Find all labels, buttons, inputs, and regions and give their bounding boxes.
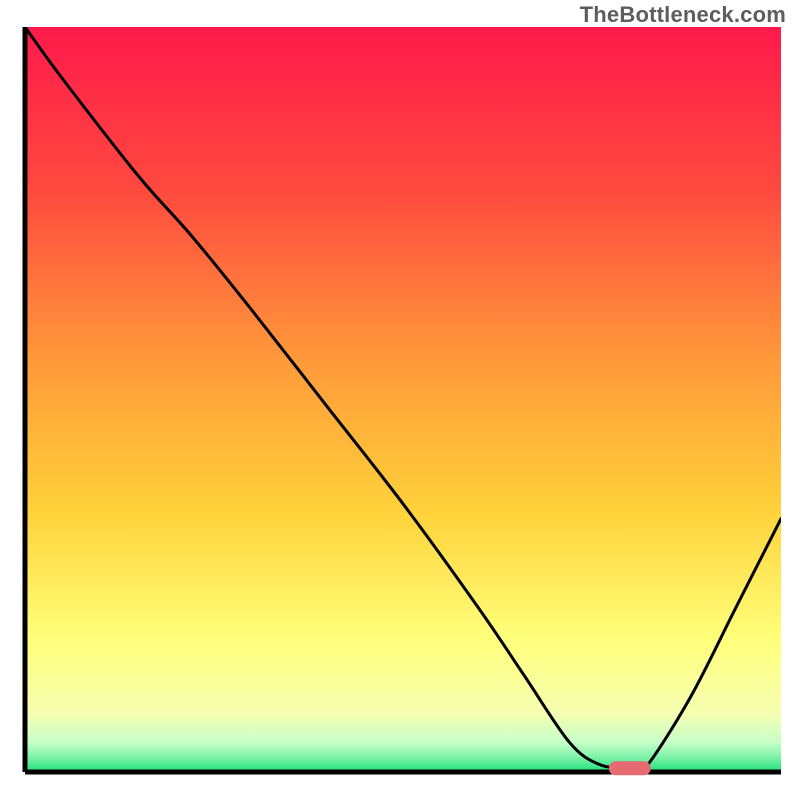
chart-svg xyxy=(0,0,800,800)
watermark-text: TheBottleneck.com xyxy=(580,2,786,28)
gradient-background xyxy=(25,27,781,772)
optimal-marker xyxy=(609,761,651,775)
chart-canvas: TheBottleneck.com xyxy=(0,0,800,800)
